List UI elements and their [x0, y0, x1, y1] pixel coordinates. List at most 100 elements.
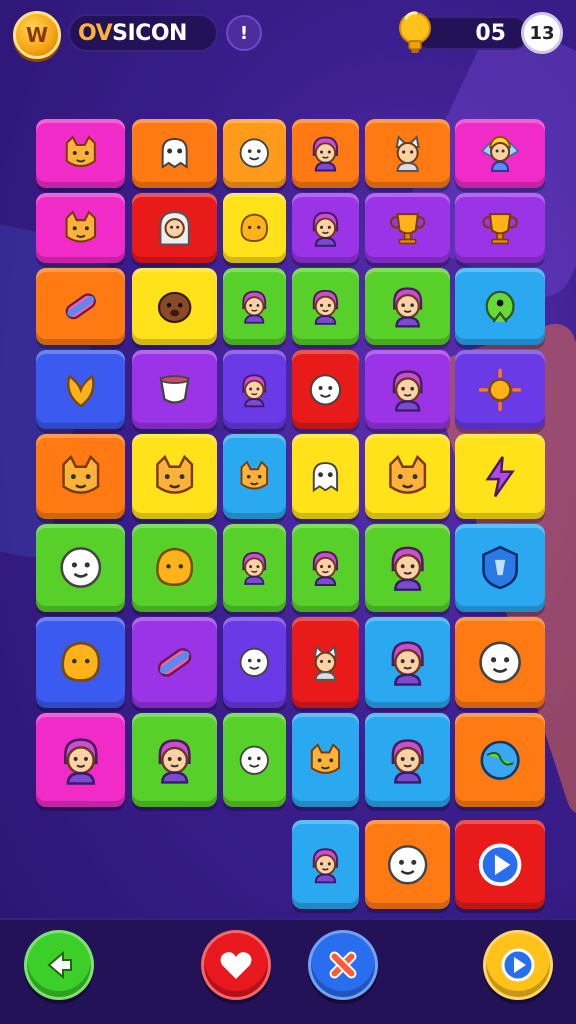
shield-icon	[455, 524, 545, 612]
lives-button[interactable]	[201, 930, 271, 1000]
score-value: 05	[475, 20, 506, 46]
heart-icon	[216, 945, 256, 985]
candy-icon	[36, 268, 125, 345]
tile[interactable]	[455, 820, 545, 909]
tile[interactable]	[223, 193, 286, 263]
tile[interactable]	[132, 524, 217, 612]
tile[interactable]	[455, 617, 545, 708]
tile[interactable]	[365, 820, 450, 909]
person-icon	[292, 820, 359, 909]
tile[interactable]	[223, 713, 286, 807]
tile[interactable]	[223, 350, 286, 429]
tile[interactable]	[223, 119, 286, 188]
cross-icon	[323, 945, 363, 985]
tile[interactable]	[292, 119, 359, 188]
tile[interactable]	[36, 617, 125, 708]
cup-icon	[132, 350, 217, 429]
tile[interactable]	[223, 434, 286, 519]
tile[interactable]	[36, 713, 125, 807]
tile[interactable]	[132, 119, 217, 188]
tile[interactable]	[365, 350, 450, 429]
tile[interactable]	[36, 434, 125, 519]
tile[interactable]	[455, 119, 545, 188]
tile[interactable]	[455, 434, 545, 519]
tile[interactable]	[36, 268, 125, 345]
tile[interactable]	[292, 713, 359, 807]
tile[interactable]	[365, 193, 450, 263]
round-face-icon	[292, 350, 359, 429]
tile[interactable]	[365, 119, 450, 188]
fairy-icon	[455, 119, 545, 188]
person-icon	[223, 350, 286, 429]
person-icon	[365, 268, 450, 345]
tile[interactable]	[132, 713, 217, 807]
tile[interactable]	[455, 350, 545, 429]
tile[interactable]	[223, 524, 286, 612]
info-label: !	[239, 22, 249, 44]
tile[interactable]	[365, 434, 450, 519]
cat-face-icon	[132, 434, 217, 519]
coin-button[interactable]: W	[13, 11, 61, 59]
game-title: OVSICON	[78, 21, 187, 46]
tile[interactable]	[292, 434, 359, 519]
tile[interactable]	[132, 268, 217, 345]
person-icon	[365, 524, 450, 612]
title-pill: OVSICON	[68, 14, 218, 52]
tile[interactable]	[36, 524, 125, 612]
trophy-icon	[455, 193, 545, 263]
person-icon	[292, 524, 359, 612]
tile[interactable]	[132, 193, 217, 263]
shuffle-button[interactable]	[308, 930, 378, 1000]
tile[interactable]	[132, 350, 217, 429]
hooded-person-icon	[132, 193, 217, 263]
tile[interactable]	[365, 524, 450, 612]
tile[interactable]	[223, 617, 286, 708]
cat-face-icon	[365, 434, 450, 519]
tile[interactable]	[36, 119, 125, 188]
person-icon	[223, 524, 286, 612]
blob-icon	[223, 193, 286, 263]
tile[interactable]	[455, 193, 545, 263]
blob-icon	[36, 617, 125, 708]
tile[interactable]	[292, 617, 359, 708]
cat-face-icon	[36, 119, 125, 188]
top-hud: W OVSICON ! 05 13	[0, 0, 576, 70]
sun-icon	[455, 350, 545, 429]
cat-face-icon	[223, 434, 286, 519]
person-icon	[365, 350, 450, 429]
info-button[interactable]: !	[226, 15, 262, 51]
person-icon	[36, 713, 125, 807]
person-icon	[292, 193, 359, 263]
play-button[interactable]	[483, 930, 553, 1000]
tile[interactable]	[36, 193, 125, 263]
game-title-rest: SICON	[112, 20, 187, 46]
tile[interactable]	[292, 350, 359, 429]
tile[interactable]	[292, 268, 359, 345]
back-button[interactable]	[24, 930, 94, 1000]
tile[interactable]	[455, 268, 545, 345]
tile[interactable]	[292, 524, 359, 612]
tile[interactable]	[292, 193, 359, 263]
cat-person-icon	[292, 617, 359, 708]
cat-face-icon	[36, 193, 125, 263]
tile[interactable]	[455, 524, 545, 612]
candy-icon	[132, 617, 217, 708]
tile[interactable]	[455, 713, 545, 807]
tile[interactable]	[132, 434, 217, 519]
tile[interactable]	[223, 268, 286, 345]
bolt-icon	[455, 434, 545, 519]
person-icon	[292, 119, 359, 188]
dog-icon	[132, 268, 217, 345]
tile[interactable]	[365, 713, 450, 807]
tile[interactable]	[365, 268, 450, 345]
person-icon	[223, 268, 286, 345]
lightbulb-icon[interactable]	[394, 8, 436, 56]
tile[interactable]	[365, 617, 450, 708]
tile[interactable]	[292, 820, 359, 909]
trophy-icon	[365, 193, 450, 263]
play-icon	[498, 945, 538, 985]
tile[interactable]	[132, 617, 217, 708]
tile[interactable]	[36, 350, 125, 429]
round-face-icon	[223, 119, 286, 188]
coin-label: W	[25, 23, 49, 47]
